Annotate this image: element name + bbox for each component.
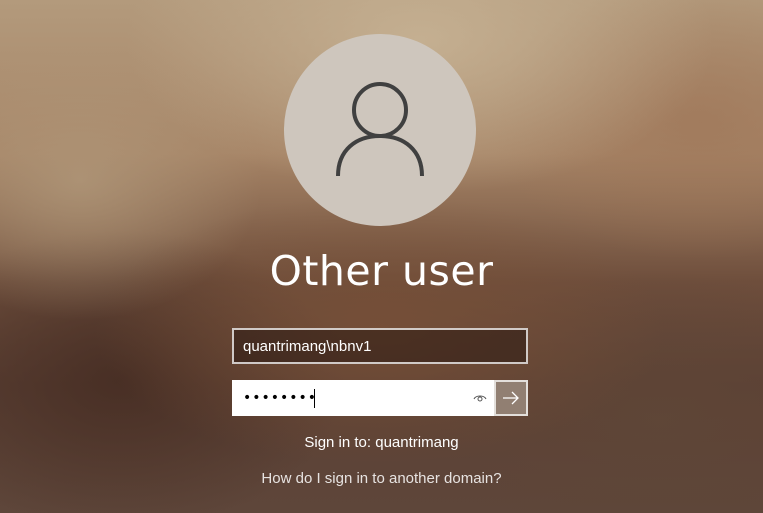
person-outline-icon: [336, 82, 424, 177]
username-input[interactable]: [234, 330, 526, 362]
user-avatar: [284, 34, 476, 226]
eye-icon[interactable]: [471, 390, 489, 406]
username-field[interactable]: [232, 328, 528, 364]
arrow-right-icon: [503, 391, 519, 405]
other-domain-help-link[interactable]: How do I sign in to another domain?: [261, 470, 501, 487]
sign-in-domain-text: Sign in to: quantrimang: [304, 434, 459, 451]
text-caret: [314, 389, 315, 408]
submit-button[interactable]: [494, 380, 528, 416]
password-field[interactable]: [232, 380, 495, 416]
password-input[interactable]: [234, 382, 464, 414]
account-name-title: Other user: [269, 247, 494, 295]
